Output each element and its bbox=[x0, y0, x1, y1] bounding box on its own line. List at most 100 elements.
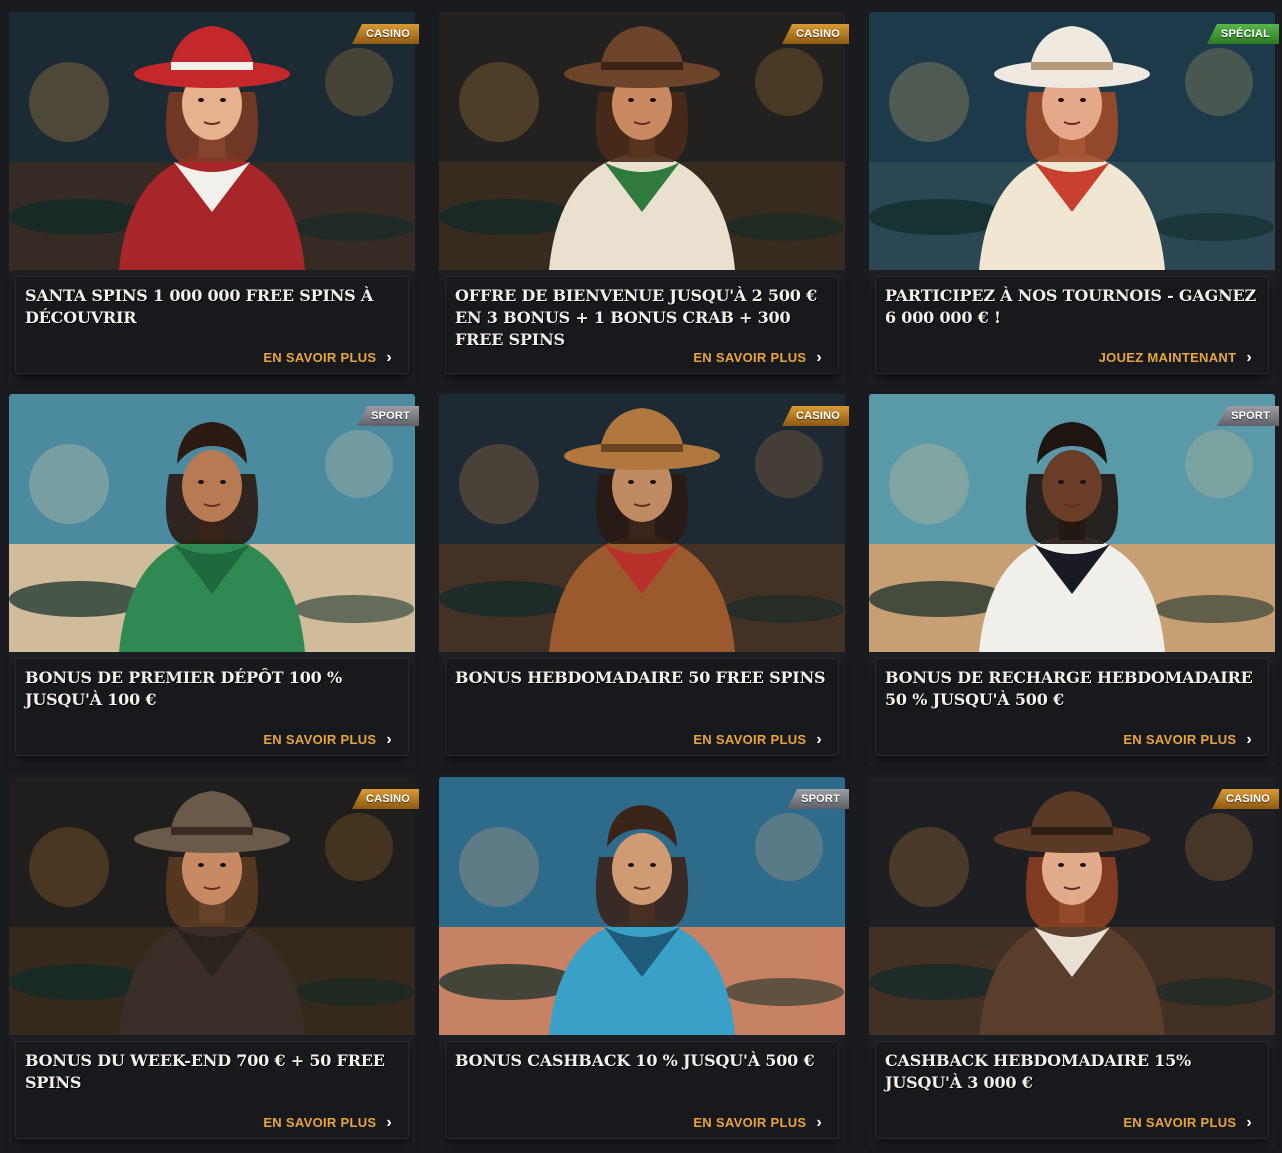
category-badge: CASINO bbox=[352, 789, 419, 809]
promo-image[interactable] bbox=[439, 777, 845, 1035]
promo-image[interactable] bbox=[9, 394, 415, 652]
category-badge: SPORT bbox=[787, 789, 849, 809]
promo-cta-link[interactable]: EN SAVOIR PLUS › bbox=[1123, 1114, 1252, 1131]
chevron-right-icon: › bbox=[1246, 731, 1252, 748]
light-glow bbox=[325, 48, 393, 116]
character-eye bbox=[1058, 480, 1064, 484]
character-face bbox=[1042, 450, 1102, 522]
promo-image[interactable] bbox=[869, 777, 1275, 1035]
hat-band bbox=[601, 444, 683, 452]
character-eye bbox=[650, 98, 656, 102]
light-glow bbox=[29, 444, 109, 524]
promo-cta-link[interactable]: JOUEZ MAINTENANT › bbox=[1098, 349, 1252, 366]
promo-title: SANTA SPINS 1 000 000 FREE SPINS À DÉCOU… bbox=[25, 286, 374, 327]
table-shape bbox=[1154, 213, 1274, 241]
promo-card[interactable]: SPÉCIAL PARTICIPEZ À NOS TOURNOIS - GAGN… bbox=[869, 12, 1279, 384]
promo-card[interactable]: SPORT BONUS DE PREMIER DÉPÔT 100 % JUSQU… bbox=[9, 394, 419, 766]
promo-cta-link[interactable]: EN SAVOIR PLUS › bbox=[263, 1114, 392, 1131]
promo-cta-link[interactable]: EN SAVOIR PLUS › bbox=[1123, 731, 1252, 748]
hat-band bbox=[1031, 827, 1113, 835]
chevron-right-icon: › bbox=[816, 1114, 822, 1131]
promo-cta-link[interactable]: EN SAVOIR PLUS › bbox=[693, 732, 822, 748]
light-glow bbox=[325, 430, 393, 498]
promo-cta-link[interactable]: EN SAVOIR PLUS › bbox=[693, 1114, 822, 1131]
light-glow bbox=[755, 813, 823, 881]
character-face bbox=[182, 450, 242, 522]
table-shape bbox=[724, 978, 844, 1006]
promo-image[interactable] bbox=[439, 12, 845, 270]
cta-label: JOUEZ MAINTENANT bbox=[1098, 350, 1237, 365]
promo-card[interactable]: CASINO BONUS DU WEEK-END 700 € + 50 FREE… bbox=[9, 777, 419, 1149]
promo-title: PARTICIPEZ À NOS TOURNOIS - GAGNEZ 6 000… bbox=[885, 286, 1256, 327]
promo-image[interactable] bbox=[869, 12, 1275, 270]
promo-body: CASHBACK HEBDOMADAIRE 15% JUSQU'À 3 000 … bbox=[875, 1041, 1269, 1139]
light-glow bbox=[889, 827, 969, 907]
hat-band bbox=[171, 62, 253, 70]
promo-body: BONUS HEBDOMADAIRE 50 FREE SPINS EN SAVO… bbox=[445, 658, 839, 756]
promo-title: BONUS HEBDOMADAIRE 50 FREE SPINS bbox=[455, 668, 826, 687]
character-face bbox=[612, 833, 672, 905]
promo-cta-link[interactable]: EN SAVOIR PLUS › bbox=[263, 732, 392, 748]
promo-card[interactable]: CASINO SANTA SPINS 1 000 000 FREE SPINS … bbox=[9, 12, 419, 384]
hat-band bbox=[1031, 62, 1113, 70]
promo-body: BONUS DU WEEK-END 700 € + 50 FREE SPINS … bbox=[15, 1041, 409, 1139]
table-shape bbox=[294, 978, 414, 1006]
cta-label: EN SAVOIR PLUS bbox=[263, 732, 377, 747]
character-eye bbox=[1080, 480, 1086, 484]
promo-image[interactable] bbox=[9, 777, 415, 1035]
light-glow bbox=[1185, 813, 1253, 881]
light-glow bbox=[325, 813, 393, 881]
cta-label: EN SAVOIR PLUS bbox=[1123, 1115, 1237, 1130]
chevron-right-icon: › bbox=[1246, 349, 1252, 366]
chevron-right-icon: › bbox=[1246, 1114, 1252, 1131]
character-eye bbox=[628, 863, 634, 867]
promo-card[interactable]: SPORT BONUS DE RECHARGE HEBDOMADAIRE 50 … bbox=[869, 394, 1279, 766]
promo-card[interactable]: CASINO CASHBACK HEBDOMADAIRE 15% JUSQU'À… bbox=[869, 777, 1279, 1149]
table-shape bbox=[294, 595, 414, 623]
character-eye bbox=[1080, 863, 1086, 867]
character-eye bbox=[628, 480, 634, 484]
promo-title: OFFRE DE BIENVENUE JUSQU'À 2 500 € EN 3 … bbox=[455, 286, 817, 349]
chevron-right-icon: › bbox=[816, 349, 822, 366]
character-eye bbox=[198, 480, 204, 484]
category-badge: CASINO bbox=[782, 406, 849, 426]
light-glow bbox=[755, 48, 823, 116]
cta-label: EN SAVOIR PLUS bbox=[263, 1115, 377, 1130]
promo-body: PARTICIPEZ À NOS TOURNOIS - GAGNEZ 6 000… bbox=[875, 276, 1269, 374]
promo-cta-link[interactable]: EN SAVOIR PLUS › bbox=[693, 349, 822, 366]
table-shape bbox=[724, 595, 844, 623]
table-shape bbox=[294, 213, 414, 241]
promo-image[interactable] bbox=[9, 12, 415, 270]
promo-title: BONUS DE PREMIER DÉPÔT 100 % JUSQU'À 100… bbox=[25, 668, 342, 709]
promo-title: CASHBACK HEBDOMADAIRE 15% JUSQU'À 3 000 … bbox=[885, 1051, 1192, 1092]
promo-title: BONUS CASHBACK 10 % JUSQU'À 500 € bbox=[455, 1051, 815, 1070]
chevron-right-icon: › bbox=[386, 349, 392, 366]
category-badge: CASINO bbox=[352, 24, 419, 44]
cta-label: EN SAVOIR PLUS bbox=[693, 350, 807, 365]
category-badge: CASINO bbox=[1212, 789, 1279, 809]
light-glow bbox=[755, 430, 823, 498]
promo-image[interactable] bbox=[869, 394, 1275, 652]
character-eye bbox=[650, 480, 656, 484]
light-glow bbox=[1185, 430, 1253, 498]
table-shape bbox=[1154, 978, 1274, 1006]
promo-body: BONUS DE PREMIER DÉPÔT 100 % JUSQU'À 100… bbox=[15, 658, 409, 756]
promo-card[interactable]: SPORT BONUS CASHBACK 10 % JUSQU'À 500 € … bbox=[439, 777, 849, 1149]
character-eye bbox=[650, 863, 656, 867]
promotions-grid: CASINO SANTA SPINS 1 000 000 FREE SPINS … bbox=[0, 0, 1282, 1153]
cta-label: EN SAVOIR PLUS bbox=[263, 350, 377, 365]
promo-body: BONUS DE RECHARGE HEBDOMADAIRE 50 % JUSQ… bbox=[875, 658, 1269, 756]
promo-title: BONUS DU WEEK-END 700 € + 50 FREE SPINS bbox=[25, 1051, 385, 1092]
promo-image[interactable] bbox=[439, 394, 845, 652]
light-glow bbox=[459, 444, 539, 524]
promo-card[interactable]: CASINO BONUS HEBDOMADAIRE 50 FREE SPINS … bbox=[439, 394, 849, 766]
category-badge: SPÉCIAL bbox=[1206, 24, 1279, 44]
light-glow bbox=[459, 62, 539, 142]
character-eye bbox=[220, 863, 226, 867]
character-eye bbox=[220, 480, 226, 484]
promo-cta-link[interactable]: EN SAVOIR PLUS › bbox=[263, 349, 392, 366]
promo-card[interactable]: CASINO OFFRE DE BIENVENUE JUSQU'À 2 500 … bbox=[439, 12, 849, 384]
table-shape bbox=[724, 213, 844, 241]
chevron-right-icon: › bbox=[386, 1114, 392, 1131]
light-glow bbox=[889, 62, 969, 142]
